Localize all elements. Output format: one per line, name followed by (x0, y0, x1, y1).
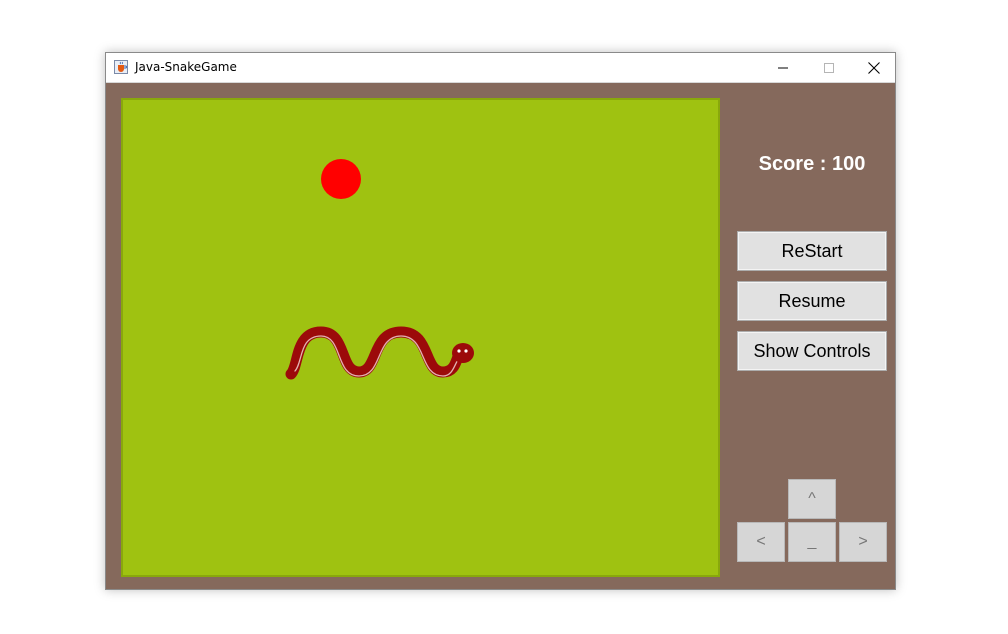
show-controls-button[interactable]: Show Controls (737, 331, 887, 371)
java-coffee-icon (114, 60, 128, 74)
close-button[interactable] (851, 53, 897, 82)
maximize-icon (824, 62, 834, 73)
arrow-left-button[interactable]: < (737, 522, 785, 562)
close-icon (868, 61, 880, 74)
restart-button[interactable]: ReStart (737, 231, 887, 271)
maximize-button[interactable] (806, 53, 852, 82)
resume-button[interactable]: Resume (737, 281, 887, 321)
arrow-down-button[interactable]: _ (788, 522, 836, 562)
window-title: Java-SnakeGame (135, 60, 237, 74)
title-bar[interactable]: Java-SnakeGame (106, 53, 895, 83)
game-board[interactable] (121, 98, 720, 577)
arrow-right-button[interactable]: > (839, 522, 887, 562)
snake (285, 326, 474, 380)
minimize-icon (778, 67, 788, 68)
minimize-button[interactable] (760, 53, 806, 82)
arrow-up-button[interactable]: ^ (788, 479, 836, 519)
score-label: Score : 100 (758, 153, 866, 175)
game-window: Java-SnakeGame Score : 100 ReStart Resum… (105, 52, 896, 590)
